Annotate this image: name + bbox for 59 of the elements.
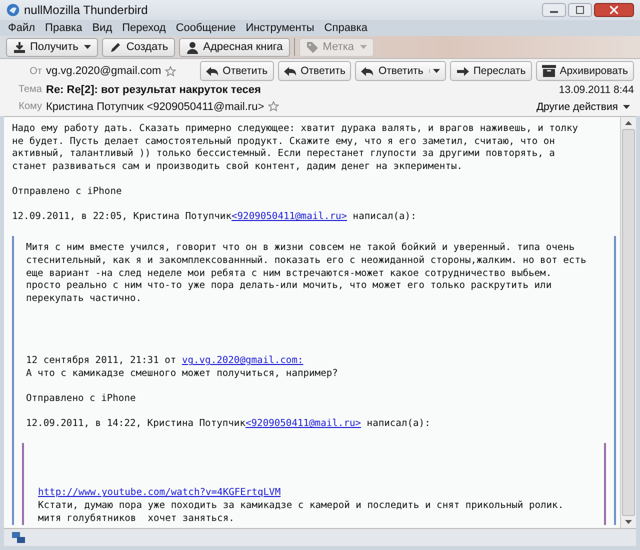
caret-icon <box>623 104 630 108</box>
action-button[interactable]: Ответить <box>200 61 274 81</box>
toolbar-button[interactable]: Создать <box>102 38 176 56</box>
close-icon <box>610 6 618 14</box>
maximize-button[interactable] <box>568 3 592 17</box>
action-button[interactable]: Ответить <box>278 61 352 81</box>
message-text: Митя с ним вместе учился, говорит что он в жизни совсем не такой бойкий и уверенный. типа очень стеснительный, как я и закомплексованнный. показать его с неожиданной стороны,жалким. но вот есть еще вариант -на след неделе мои ребята с ним встречаются-может какое сотрудничество выбьем. просто реально с ним что-то уже пора делать-или мочить, что может его только раскрутить или перекупать частично. <box>26 242 588 306</box>
from-label: От <box>28 66 42 76</box>
tag-icon <box>306 40 319 54</box>
action-button[interactable]: Переслать <box>450 61 532 81</box>
close-button[interactable] <box>594 3 634 17</box>
star-icon[interactable] <box>268 101 280 112</box>
pencil-icon <box>109 40 122 54</box>
message-link[interactable]: http://www.youtube.com/watch?v=4KGFErtqLVM <box>38 487 281 498</box>
action-button[interactable]: Ответить <box>355 61 446 81</box>
email-link[interactable]: vg.vg.2020@gmail.com: <box>182 355 304 366</box>
sender-address[interactable]: vg.vg.2020@gmail.com <box>46 65 162 77</box>
email-link[interactable]: <9209050411@mail.ru> <box>246 418 362 430</box>
forward-icon <box>456 66 470 76</box>
menu-item[interactable]: Переход <box>122 22 166 34</box>
other-actions-menu[interactable]: Другие действия <box>532 100 634 112</box>
quote-attribution: 12 сентября 2011, 21:31 от vg.vg.2020@gmail.com: <box>26 355 304 368</box>
subject-label: Тема <box>17 84 42 95</box>
menu-item[interactable]: Файл <box>8 22 36 34</box>
star-icon[interactable] <box>165 66 176 76</box>
scrollbar[interactable] <box>620 117 636 528</box>
download-icon <box>13 40 26 54</box>
message-text: Отправлено с iPhone <box>26 393 137 406</box>
recipient-address[interactable]: Кристина Потупчик <9209050411@mail.ru> <box>46 100 264 112</box>
menu-item[interactable]: Правка <box>45 22 82 34</box>
message-text: Отправлено с iPhone <box>12 186 123 199</box>
menu-item[interactable]: Инструменты <box>246 22 314 34</box>
message-date: 13.09.2011 8:44 <box>558 84 634 96</box>
email-link[interactable]: <9209050411@mail.ru> <box>232 211 348 222</box>
toolbar-button[interactable]: Получить <box>6 38 98 56</box>
toolbar-button[interactable]: Адресная книга <box>179 38 290 56</box>
menu-item[interactable]: Вид <box>92 22 112 34</box>
scroll-down-icon[interactable] <box>625 520 632 524</box>
menu-item[interactable]: Справка <box>324 22 368 34</box>
message-text: Надо ему работу дать. Сказать примерно следующее: хватит дурака валять, и врагов наживешь, и толку не будет. Пусть делает самостоятельный продукт. Скажите ему, что я его заметил, считаю, что он активный, талантливый )) только бессистемный. Если перестанет глупости за другими повторять, а станет развиваться сам и производить свой контент, дадим денег на экперименты. <box>12 123 580 174</box>
menu-item[interactable]: Сообщение <box>176 22 236 34</box>
person-icon <box>186 40 200 54</box>
window-title: nullMozilla Thunderbird <box>24 3 148 17</box>
app-icon <box>6 3 20 17</box>
network-icon <box>12 532 25 544</box>
to-label: Кому <box>18 101 42 112</box>
minimize-button[interactable] <box>542 3 566 17</box>
reply-icon <box>361 66 374 76</box>
action-button[interactable]: Архивировать <box>536 61 634 81</box>
archive-icon <box>542 65 556 77</box>
maximize-icon <box>576 6 584 14</box>
scroll-up-icon[interactable] <box>625 121 632 125</box>
message-text: Кстати, думаю пора уже походить за камикадзе с камерой и последить и снят прикольный ролик. митя голубятников хочет заняться. <box>38 500 565 526</box>
quote-attribution: 12.09.2011, в 22:05, Кристина Потупчик<9209050411@mail.ru> написал(а): <box>12 211 418 224</box>
reply-icon <box>206 66 219 76</box>
message-text: А что с камикадзе смешного может получиться, например? <box>26 368 339 380</box>
reply-icon <box>284 66 297 76</box>
quote-attribution: 12.09.2011, в 14:22, Кристина Потупчик<9209050411@mail.ru> написал(а): <box>26 418 432 431</box>
subject-text: Re: Re[2]: вот результат накруток тесея <box>46 84 261 96</box>
